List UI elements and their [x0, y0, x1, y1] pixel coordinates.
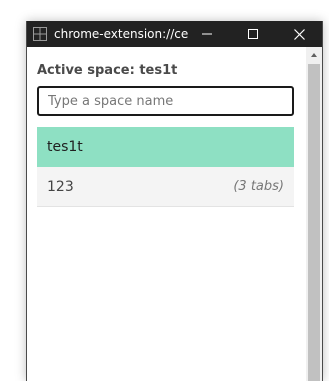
- scrollbar-thumb[interactable]: [308, 64, 320, 381]
- close-icon: [293, 28, 305, 40]
- popup-content: Active space: tes1t tes1t 123 (3 tabs): [27, 47, 306, 381]
- extension-popup-window: chrome-extension://ce… Active space: tes…: [26, 21, 323, 381]
- maximize-icon: [248, 29, 258, 39]
- space-item[interactable]: 123 (3 tabs): [37, 167, 294, 207]
- space-item-active[interactable]: tes1t: [37, 127, 294, 167]
- tab-count: (3 tabs): [233, 179, 284, 194]
- active-space-label: Active space: tes1t: [37, 63, 178, 78]
- space-name: 123: [47, 178, 74, 195]
- space-list: tes1t 123 (3 tabs): [37, 127, 294, 207]
- vertical-scrollbar[interactable]: [306, 47, 322, 381]
- scroll-up-arrow-icon[interactable]: [311, 53, 317, 57]
- title-bar[interactable]: chrome-extension://ce…: [27, 21, 322, 47]
- maximize-button[interactable]: [230, 21, 276, 47]
- space-name-input[interactable]: [37, 86, 294, 116]
- minimize-button[interactable]: [184, 21, 230, 47]
- app-grid-icon: [33, 27, 47, 41]
- space-name: tes1t: [47, 139, 83, 155]
- minimize-icon: [202, 33, 212, 35]
- close-button[interactable]: [276, 21, 322, 47]
- window-title: chrome-extension://ce…: [54, 27, 188, 41]
